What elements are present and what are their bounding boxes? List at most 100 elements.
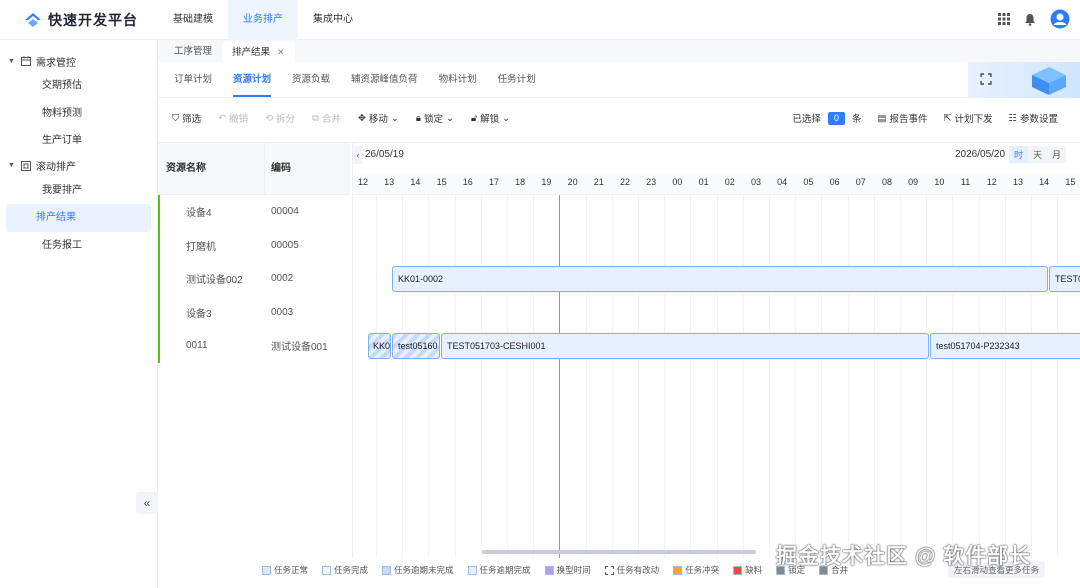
timeline-prev-button[interactable]: ‹: [353, 146, 363, 164]
button-label: 计划下发: [954, 114, 993, 125]
horizontal-scrollbar[interactable]: [482, 550, 756, 554]
report-event-button[interactable]: ▤ 报告事件: [877, 111, 927, 126]
legend-label: 换型时间: [556, 565, 591, 575]
merge-icon: ⧉: [312, 112, 319, 124]
task-bar[interactable]: KK0: [368, 333, 391, 359]
resource-code: 测试设备001: [271, 342, 328, 354]
hour-label: 10: [934, 177, 945, 187]
grid-line: [1031, 195, 1032, 558]
legend-swatch: [322, 565, 332, 575]
legend-swatch: [382, 565, 392, 575]
zoom-switch: 时 天 月: [1008, 146, 1066, 163]
zoom-day[interactable]: 天: [1028, 146, 1047, 163]
legend-swatch: [467, 565, 477, 575]
topnav-item-integration[interactable]: 集成中心: [298, 0, 368, 40]
unlock-button[interactable]: 🔓︎ 解锁 ⌄: [471, 111, 510, 126]
table-row[interactable]: 设备3 0003: [158, 295, 350, 329]
grid-line: [873, 195, 875, 558]
calendar-icon: [21, 56, 31, 66]
app-title: 快速开发平台: [48, 11, 138, 28]
sidebar-item-task-report[interactable]: 任务报工: [6, 232, 151, 260]
legend-item: 任务有改动: [604, 564, 659, 576]
sidebar-group-demand[interactable]: ▼ 需求管控: [0, 50, 157, 72]
hour-label: 07: [855, 177, 866, 187]
grid-line: [716, 195, 718, 558]
legend-item: 换型时间: [544, 564, 591, 576]
subtab-resource-load[interactable]: 资源负载: [292, 62, 330, 97]
zoom-month[interactable]: 月: [1047, 146, 1066, 163]
subtab-resource-plan[interactable]: 资源计划: [233, 62, 272, 97]
close-icon[interactable]: ✕: [277, 47, 285, 57]
timeline-date-left: 26/05/19: [365, 149, 404, 160]
settings-icon: ☷: [1008, 112, 1017, 124]
button-label: 撤销: [229, 114, 249, 125]
grid-line: [638, 195, 639, 558]
subtab-order-plan[interactable]: 订单计划: [174, 62, 212, 97]
hour-label: 16: [462, 177, 473, 187]
sidebar-collapse-button[interactable]: «: [136, 492, 158, 514]
split-button[interactable]: ⟲ 拆分: [265, 111, 295, 126]
param-settings-button[interactable]: ☷ 参数设置: [1008, 111, 1058, 126]
hour-label: 11: [960, 177, 971, 187]
column-header-code[interactable]: 编码: [265, 143, 291, 194]
move-button[interactable]: ✥ 移动 ⌄: [358, 111, 399, 126]
timeline-date-right: 2026/05/20: [955, 149, 1006, 160]
task-bar[interactable]: TEST051703-CESHI001: [441, 333, 929, 359]
hour-label: 15: [436, 177, 447, 187]
app-logo[interactable]: 快速开发平台: [0, 10, 158, 30]
legend-item: 任务完成: [322, 564, 368, 576]
sub-tabs: 订单计划 资源计划 资源负载 辅资源峰值负荷 物料计划 任务计划: [158, 62, 1080, 98]
legend-item: 任务逾期未完成: [382, 564, 454, 576]
hour-label: 02: [724, 177, 735, 187]
table-row[interactable]: 设备4 00004: [158, 195, 350, 229]
table-header: 资源名称 编码: [158, 143, 350, 195]
task-bar[interactable]: test051704-P232343: [930, 333, 1080, 359]
grid-line: [742, 195, 744, 558]
undo-button[interactable]: ↶ 撤销: [218, 111, 249, 126]
bell-icon[interactable]: [1024, 13, 1036, 26]
selected-count: 已选择 0 条: [792, 111, 861, 125]
resource-name: 打磨机: [186, 241, 216, 253]
table-row[interactable]: 打磨机 00005: [158, 228, 350, 262]
plan-issue-button[interactable]: ⇱ 计划下发: [943, 111, 993, 126]
lock-button[interactable]: 🔒︎ 锁定 ⌄: [416, 111, 454, 126]
sidebar-item-production-order[interactable]: 生产订单: [6, 127, 151, 155]
grid-line: [978, 195, 980, 558]
button-label: 合并: [321, 114, 341, 125]
resource-name: 设备3: [186, 308, 212, 320]
subtab-task-plan[interactable]: 任务计划: [498, 62, 536, 97]
tab-process-management[interactable]: 工序管理: [164, 42, 222, 62]
sidebar-item-delivery-estimate[interactable]: 交期预估: [6, 72, 151, 100]
sidebar-item-material-forecast[interactable]: 物料预测: [6, 100, 151, 128]
grid-line: [821, 195, 823, 558]
fullscreen-icon[interactable]: [980, 73, 992, 85]
legend-swatch: [673, 565, 683, 575]
split-icon: ⟲: [265, 112, 274, 124]
grid-icon[interactable]: [998, 13, 1010, 25]
merge-button[interactable]: ⧉ 合并: [312, 111, 341, 126]
subtab-aux-peak-load[interactable]: 辅资源峰值负荷: [351, 62, 418, 97]
undo-icon: ↶: [218, 112, 227, 124]
legend-item: 任务正常: [262, 564, 308, 576]
topnav-item-modeling[interactable]: 基础建模: [158, 0, 228, 40]
hour-label: 12: [986, 177, 997, 187]
task-bar[interactable]: KK01-0002: [392, 266, 1048, 292]
task-bar[interactable]: test05160: [392, 333, 440, 359]
table-row[interactable]: 0011 测试设备001: [158, 329, 350, 363]
task-bar[interactable]: TEST05: [1049, 266, 1080, 292]
sidebar-item-schedule-result[interactable]: 排产结果: [6, 204, 151, 232]
hour-label: 08: [881, 177, 892, 187]
sidebar-item-my-scheduling[interactable]: 我要排产: [6, 177, 151, 205]
table-row[interactable]: 测试设备002 0002: [158, 262, 350, 296]
legend-item: 任务逾期完成: [467, 564, 531, 576]
zoom-hour[interactable]: 时: [1008, 146, 1028, 163]
avatar[interactable]: [1050, 9, 1070, 29]
tab-schedule-result[interactable]: 排产结果 ✕: [222, 42, 295, 62]
sidebar-group-rolling[interactable]: ▼ 滚动排产: [0, 155, 157, 177]
resource-code: 0002: [271, 273, 294, 285]
column-header-resource-name[interactable]: 资源名称: [158, 143, 265, 194]
gantt-chart[interactable]: ‹ 26/05/19 2026/05/20 时 天 月 12 13 14 15 16 17…: [352, 142, 1080, 558]
filter-button[interactable]: ⛉ 筛选: [172, 111, 201, 126]
topnav-item-scheduling[interactable]: 业务排产: [228, 0, 298, 40]
subtab-material-plan[interactable]: 物料计划: [439, 62, 477, 97]
